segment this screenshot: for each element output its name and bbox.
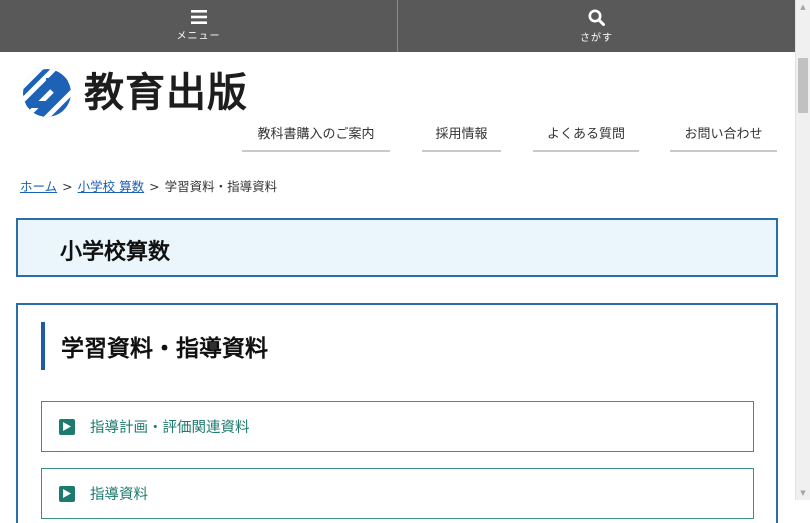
menu-label: メニュー [176, 31, 221, 42]
scroll-up-arrow-icon[interactable]: ▲ [796, 0, 810, 14]
logo-mark-icon [23, 69, 71, 117]
nav-item-contact[interactable]: お問い合わせ [670, 124, 777, 152]
breadcrumb-math-link[interactable]: 小学校 算数 [78, 179, 144, 194]
link-guidance-materials[interactable]: 指導資料 [41, 468, 754, 519]
nav-item-recruit[interactable]: 採用情報 [422, 124, 501, 152]
section-title: 学習資料・指導資料 [61, 336, 268, 362]
breadcrumb-home-link[interactable]: ホーム [20, 179, 57, 194]
link-guidance-plan[interactable]: 指導計画・評価関連資料 [41, 401, 754, 452]
nav-item-purchase[interactable]: 教科書購入のご案内 [242, 124, 390, 152]
page-title: 小学校算数 [60, 240, 171, 265]
search-icon [588, 9, 605, 26]
link-label: 指導資料 [90, 487, 148, 503]
nav-item-faq[interactable]: よくある質問 [533, 124, 639, 152]
link-label: 指導計画・評価関連資料 [90, 420, 250, 436]
content-panel: 学習資料・指導資料 指導計画・評価関連資料 指導資料 [16, 303, 778, 523]
nav-item-label: 教科書購入のご案内 [257, 127, 375, 142]
breadcrumb: ホーム > 小学校 算数 > 学習資料・指導資料 [20, 176, 277, 195]
play-icon [59, 418, 75, 435]
page-title-box: 小学校算数 [16, 218, 778, 277]
section-heading: 学習資料・指導資料 [41, 322, 268, 370]
search-label: さがす [580, 32, 613, 44]
nav-item-label: よくある質問 [546, 127, 625, 142]
logo-text: 教育出版 [84, 70, 248, 116]
site-logo[interactable]: 教育出版 [22, 66, 248, 120]
breadcrumb-current: 学習資料・指導資料 [164, 179, 278, 194]
nav-item-label: 採用情報 [435, 127, 488, 142]
header-nav: 教科書購入のご案内 採用情報 よくある質問 お問い合わせ [0, 124, 795, 152]
menu-button[interactable]: メニュー [0, 0, 397, 52]
search-button[interactable]: さがす [397, 0, 795, 52]
vertical-scrollbar[interactable]: ▲ ▼ [795, 0, 810, 500]
nav-item-label: お問い合わせ [684, 127, 763, 142]
breadcrumb-separator: > [149, 179, 160, 194]
breadcrumb-separator: > [62, 179, 73, 194]
top-bar: メニュー さがす [0, 0, 795, 52]
hamburger-icon [190, 10, 207, 24]
play-icon [59, 485, 75, 502]
scroll-thumb[interactable] [798, 58, 808, 113]
scroll-down-arrow-icon[interactable]: ▼ [796, 486, 810, 500]
